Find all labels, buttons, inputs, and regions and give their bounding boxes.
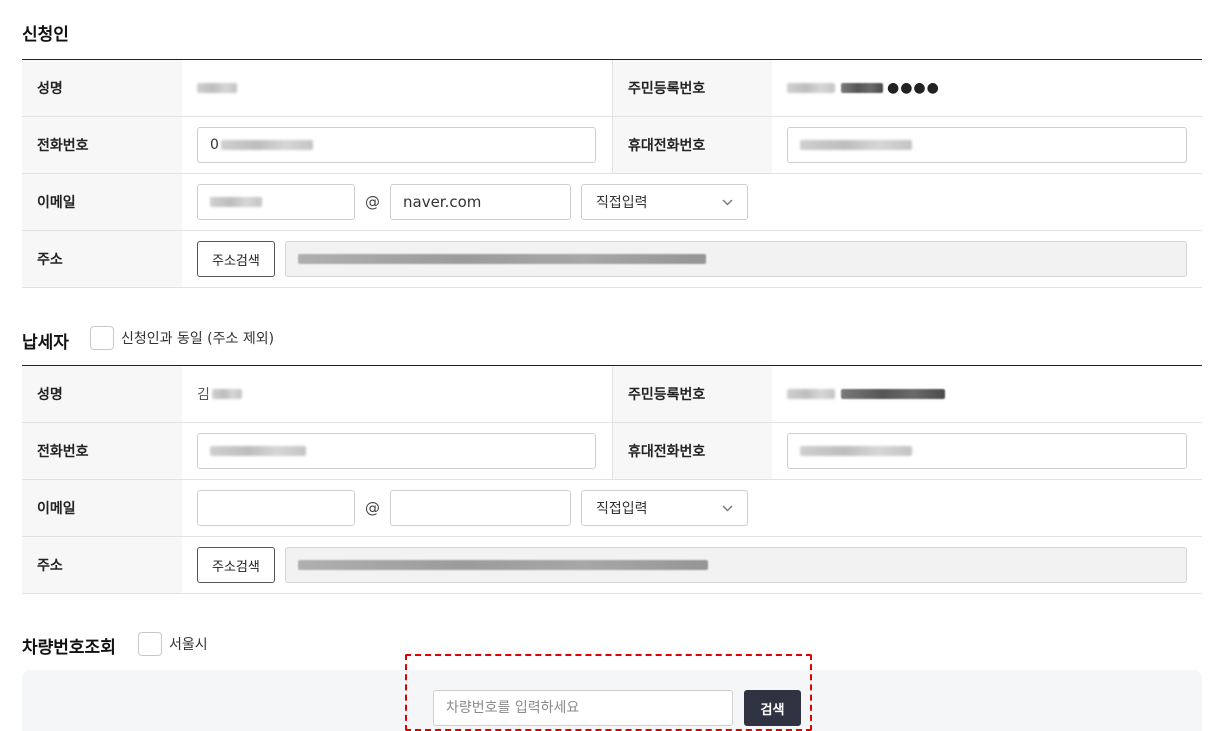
- applicant-email-id-input[interactable]: [197, 184, 355, 220]
- same-as-applicant-checkbox[interactable]: [90, 326, 114, 350]
- applicant-address-label: 주소: [22, 231, 182, 287]
- taxpayer-phone-cell: [182, 423, 612, 479]
- taxpayer-row-address: 주소 주소검색: [22, 537, 1202, 594]
- applicant-name-label: 성명: [22, 60, 182, 116]
- applicant-mobile-input[interactable]: [787, 127, 1187, 163]
- taxpayer-rrn-value: [772, 366, 1202, 422]
- taxpayer-email-label: 이메일: [22, 480, 182, 536]
- taxpayer-address-label: 주소: [22, 537, 182, 593]
- taxpayer-name-label: 성명: [22, 366, 182, 422]
- masked-rrn-back: [841, 389, 945, 399]
- applicant-mobile-cell: [772, 117, 1202, 173]
- taxpayer-domain-select[interactable]: 직접입력: [581, 490, 748, 526]
- taxpayer-rrn-label: 주민등록번호: [612, 366, 772, 422]
- seoul-checkbox[interactable]: [138, 632, 162, 656]
- masked-address: [297, 254, 706, 264]
- applicant-row-phone: 전화번호 0 휴대전화번호: [22, 117, 1202, 174]
- seoul-label: 서울시: [169, 637, 208, 653]
- seoul-option[interactable]: 서울시: [138, 632, 208, 656]
- taxpayer-row-email: 이메일 @ 직접입력: [22, 480, 1202, 537]
- applicant-rrn-value: ●●●●: [772, 60, 1202, 116]
- taxpayer-mobile-cell: [772, 423, 1202, 479]
- vehicle-search-title: 차량번호조회: [22, 638, 116, 658]
- taxpayer-address-field: [284, 547, 1187, 583]
- applicant-email-cell: @ naver.com 직접입력: [182, 174, 1202, 230]
- applicant-row-email: 이메일 @ naver.com 직접입력: [22, 174, 1202, 231]
- taxpayer-phone-input[interactable]: [197, 433, 596, 469]
- taxpayer-row-name: 성명 김 주민등록번호: [22, 366, 1202, 423]
- applicant-address-cell: 주소검색: [182, 231, 1202, 287]
- applicant-address-field: [284, 241, 1187, 277]
- vehicle-search-button[interactable]: 검색: [744, 690, 801, 726]
- applicant-name-value: [182, 60, 612, 116]
- masked-rrn-front: [787, 389, 835, 399]
- masked-phone: [210, 446, 306, 456]
- applicant-address-search-button[interactable]: 주소검색: [197, 241, 275, 277]
- taxpayer-name-value: 김: [182, 366, 612, 422]
- masked-name: [197, 83, 237, 93]
- phone-prefix: 0: [210, 137, 219, 153]
- applicant-row-name: 성명 주민등록번호 ●●●●: [22, 60, 1202, 117]
- taxpayer-address-cell: 주소검색: [182, 537, 1202, 593]
- applicant-section-title: 신청인: [22, 25, 69, 45]
- masked-mobile: [800, 140, 912, 150]
- vehicle-number-input[interactable]: [433, 690, 733, 726]
- applicant-phone-input[interactable]: 0: [197, 127, 596, 163]
- taxpayer-email-id-input[interactable]: [197, 490, 355, 526]
- masked-phone: [220, 140, 313, 150]
- masked-rrn-front: [787, 83, 835, 93]
- chevron-down-icon: [722, 502, 733, 515]
- applicant-row-address: 주소 주소검색: [22, 231, 1202, 288]
- taxpayer-phone-label: 전화번호: [22, 423, 182, 479]
- taxpayer-row-phone: 전화번호 휴대전화번호: [22, 423, 1202, 480]
- masked-rrn-back: [841, 83, 883, 93]
- taxpayer-name-prefix: 김: [197, 387, 210, 403]
- rrn-mask-dots: ●●●●: [887, 80, 940, 96]
- domain-select-value: 직접입력: [596, 195, 648, 211]
- same-as-applicant-option[interactable]: 신청인과 동일 (주소 제외): [90, 326, 274, 350]
- applicant-email-domain-input[interactable]: naver.com: [390, 184, 571, 220]
- taxpayer-mobile-label: 휴대전화번호: [612, 423, 772, 479]
- applicant-table: 성명 주민등록번호 ●●●● 전화번호 0 휴대전화번호 이메일 @ naver…: [22, 59, 1202, 288]
- taxpayer-table: 성명 김 주민등록번호 전화번호 휴대전화번호 이메일 @ 직접입력 주소 주소…: [22, 365, 1202, 594]
- taxpayer-address-search-button[interactable]: 주소검색: [197, 547, 275, 583]
- at-sign: @: [365, 193, 380, 211]
- masked-address: [297, 560, 708, 570]
- taxpayer-section-title: 납세자: [22, 333, 69, 353]
- applicant-domain-select[interactable]: 직접입력: [581, 184, 748, 220]
- taxpayer-mobile-input[interactable]: [787, 433, 1187, 469]
- masked-email-id: [210, 197, 262, 207]
- applicant-mobile-label: 휴대전화번호: [612, 117, 772, 173]
- applicant-email-label: 이메일: [22, 174, 182, 230]
- at-sign: @: [365, 499, 380, 517]
- same-as-applicant-label: 신청인과 동일 (주소 제외): [121, 331, 275, 347]
- applicant-phone-label: 전화번호: [22, 117, 182, 173]
- masked-mobile: [800, 446, 912, 456]
- masked-name: [211, 389, 242, 399]
- chevron-down-icon: [722, 196, 733, 209]
- applicant-rrn-label: 주민등록번호: [612, 60, 772, 116]
- domain-select-value: 직접입력: [596, 501, 648, 517]
- taxpayer-email-cell: @ 직접입력: [182, 480, 1202, 536]
- taxpayer-email-domain-input[interactable]: [390, 490, 571, 526]
- applicant-phone-cell: 0: [182, 117, 612, 173]
